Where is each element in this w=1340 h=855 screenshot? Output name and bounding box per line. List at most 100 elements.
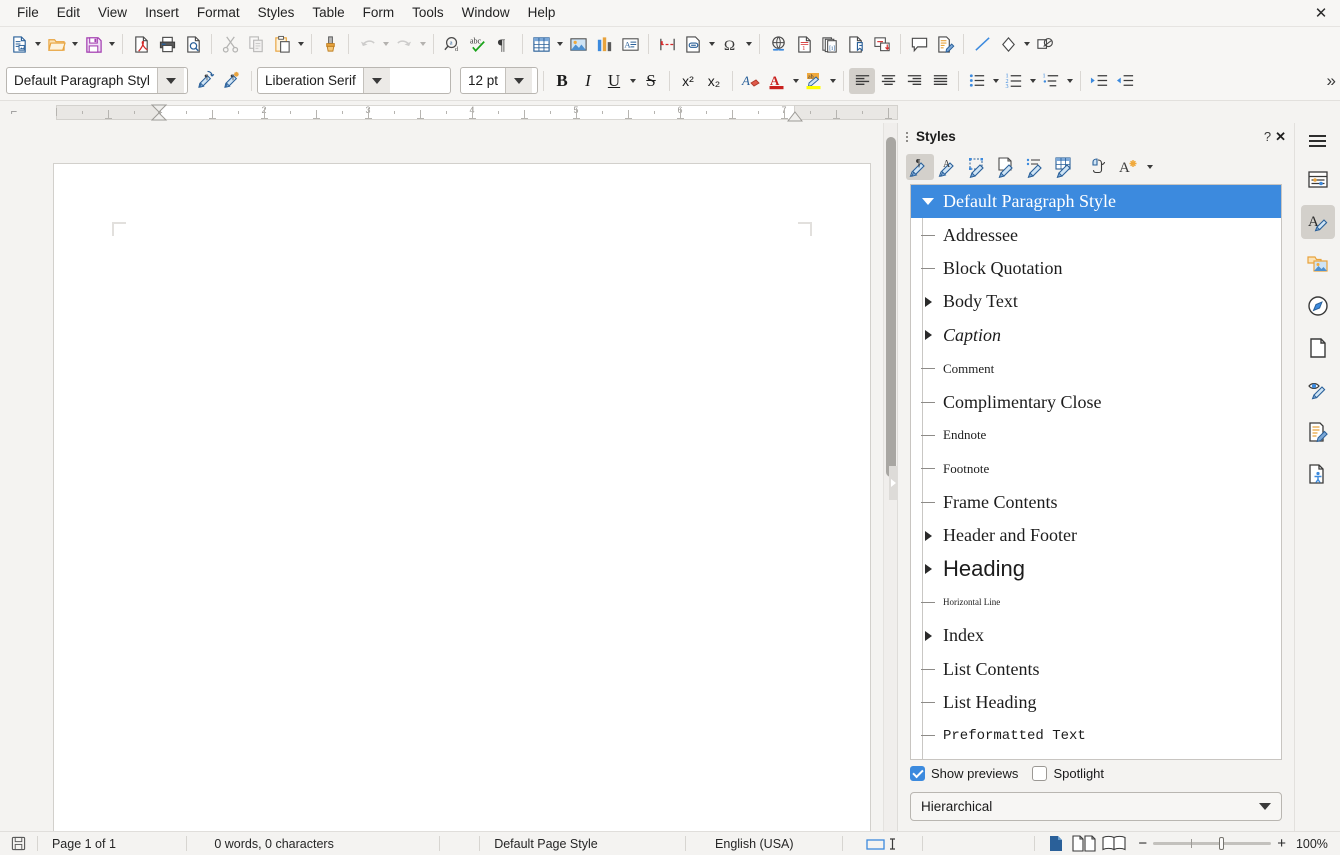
cut-icon[interactable] (217, 31, 243, 57)
print-preview-icon[interactable] (180, 31, 206, 57)
sidebar-tab-navigator[interactable] (1301, 289, 1335, 323)
sidebar-show-hide-handle[interactable] (889, 466, 897, 500)
open-document-icon[interactable] (43, 31, 69, 57)
clone-formatting-icon[interactable] (317, 31, 343, 57)
scrollbar-thumb[interactable] (886, 137, 896, 477)
book-view-icon[interactable] (1101, 835, 1126, 852)
spotlight-checkbox[interactable]: Spotlight (1032, 766, 1104, 781)
style-list-item[interactable]: Index (911, 619, 1281, 652)
sidebar-tab-page[interactable] (1301, 331, 1335, 365)
style-list-item[interactable]: List Contents (911, 652, 1281, 685)
style-list-item[interactable]: Frame Contents (911, 486, 1281, 519)
fill-format-mode-icon[interactable] (1086, 154, 1114, 180)
copy-icon[interactable] (243, 31, 269, 57)
chevron-down-icon[interactable] (917, 198, 939, 205)
align-left-button[interactable] (849, 67, 875, 94)
save-document-dropdown[interactable] (106, 31, 117, 57)
export-pdf-icon[interactable] (128, 31, 154, 57)
spotlight-checkbox-box[interactable] (1032, 766, 1048, 781)
horizontal-ruler[interactable]: 1234567 (56, 104, 898, 122)
language[interactable]: English (USA) (686, 832, 842, 855)
insert-bookmark-icon[interactable] (843, 31, 869, 57)
paragraph-style-dropdown-button[interactable] (156, 68, 184, 93)
insert-endnote-icon[interactable]: [i] (817, 31, 843, 57)
bold-button[interactable]: B (549, 68, 575, 94)
style-list-item[interactable]: Comment (911, 352, 1281, 385)
font-size-value[interactable]: 12 pt (461, 68, 505, 93)
insert-line-icon[interactable] (969, 31, 995, 57)
spelling-icon[interactable]: abc (465, 31, 491, 57)
insert-cross-reference-icon[interactable] (869, 31, 895, 57)
menu-edit[interactable]: Edit (48, 2, 89, 24)
styles-list[interactable]: Default Paragraph Style Addressee Block Qu… (910, 184, 1282, 760)
chevron-right-icon[interactable] (917, 531, 939, 541)
style-list-item[interactable]: Body Text (911, 285, 1281, 318)
style-list-item[interactable]: Horizontal Line (911, 586, 1281, 619)
single-page-view-icon[interactable] (1046, 836, 1066, 852)
style-list-item[interactable]: Block Quotation (911, 252, 1281, 285)
underline-dropdown[interactable] (627, 68, 638, 94)
style-list-item[interactable]: Heading (911, 552, 1281, 585)
menu-tools[interactable]: Tools (403, 2, 453, 24)
basic-shapes-icon[interactable] (995, 31, 1021, 57)
window-close-button[interactable]: ✕ (1312, 4, 1330, 22)
redo-dropdown[interactable] (417, 31, 428, 57)
multi-page-view-icon[interactable] (1071, 835, 1096, 852)
insert-image-icon[interactable] (565, 31, 591, 57)
chevron-right-icon[interactable] (917, 330, 939, 340)
insert-field-dropdown[interactable] (706, 31, 717, 57)
selection-mode-icon[interactable] (843, 832, 923, 855)
page-style[interactable]: Default Page Style (480, 832, 685, 855)
increase-indent-button[interactable] (1086, 68, 1112, 94)
sidebar-tab-style-inspector[interactable] (1301, 373, 1335, 407)
menu-window[interactable]: Window (453, 2, 519, 24)
insert-special-character-icon[interactable]: Ω (717, 31, 743, 57)
insert-table-dropdown[interactable] (554, 31, 565, 57)
style-list-item[interactable]: Endnote (911, 419, 1281, 452)
align-right-button[interactable] (901, 68, 927, 94)
italic-button[interactable]: I (575, 68, 601, 94)
ordered-list-dropdown[interactable] (1027, 68, 1038, 94)
document-page[interactable] (53, 163, 871, 831)
sidebar-tab-styles[interactable]: A (1300, 205, 1335, 239)
track-changes-icon[interactable] (932, 31, 958, 57)
toolbar-overflow-button[interactable]: » (1327, 71, 1337, 91)
styles-deck-close-button[interactable]: ✕ (1275, 129, 1286, 145)
save-status-icon[interactable] (0, 832, 37, 855)
menu-view[interactable]: View (89, 2, 136, 24)
insert-comment-icon[interactable] (906, 31, 932, 57)
word-count[interactable]: 0 words, 0 characters (187, 832, 439, 855)
print-icon[interactable] (154, 31, 180, 57)
sidebar-tab-properties[interactable] (1301, 163, 1335, 197)
zoom-slider[interactable]: − + (1138, 832, 1286, 855)
document-vertical-scrollbar[interactable] (883, 123, 897, 831)
style-list-item[interactable]: Header and Footer (911, 519, 1281, 552)
paste-dropdown[interactable] (295, 31, 306, 57)
style-list-item[interactable]: List Heading (911, 686, 1281, 719)
styles-deck-help-button[interactable]: ? (1264, 129, 1271, 144)
style-list-item[interactable]: Default Paragraph Style (911, 185, 1281, 219)
decrease-indent-button[interactable] (1112, 68, 1138, 94)
style-list-item[interactable]: Caption (911, 319, 1281, 352)
table-styles-icon[interactable] (1051, 154, 1079, 180)
insert-text-box-icon[interactable]: A (617, 31, 643, 57)
new-document-icon[interactable] (6, 31, 32, 57)
chevron-right-icon[interactable] (917, 297, 939, 307)
sidebar-tab-accessibility-check[interactable] (1301, 457, 1335, 491)
update-selected-style-icon[interactable]: ¶ (194, 68, 220, 94)
zoom-level[interactable]: 100% (1296, 832, 1340, 855)
superscript-button[interactable]: x² (675, 68, 701, 94)
outline-list-button[interactable]: 1 (1038, 68, 1064, 94)
highlight-color-icon[interactable]: ab (801, 68, 827, 94)
styles-toolbar-dropdown[interactable] (1144, 154, 1155, 180)
font-name-dropdown-button[interactable] (362, 68, 390, 93)
right-indent-marker[interactable] (787, 110, 803, 122)
menu-format[interactable]: Format (188, 2, 249, 24)
undo-dropdown[interactable] (380, 31, 391, 57)
sidebar-tab-gallery[interactable] (1301, 247, 1335, 281)
insert-footnote-icon[interactable]: 1 (791, 31, 817, 57)
insert-page-break-icon[interactable] (654, 31, 680, 57)
new-style-from-selection-icon[interactable]: ¶ (220, 68, 246, 94)
unordered-list-button[interactable] (964, 68, 990, 94)
zoom-in-button[interactable]: + (1277, 835, 1286, 852)
